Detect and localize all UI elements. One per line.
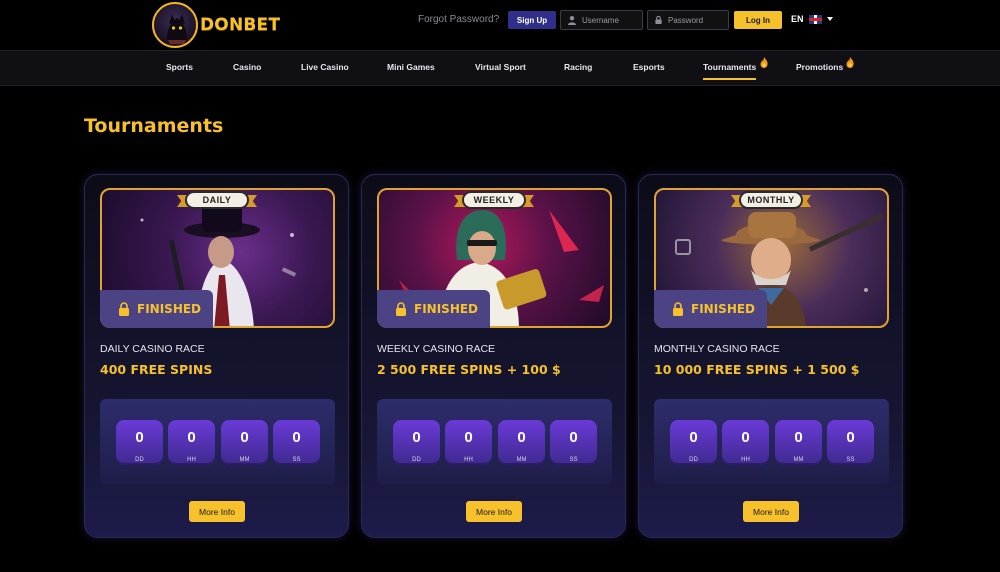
nav-item-promotions[interactable]: Promotions [796, 57, 854, 72]
timer-seconds-label: SS [292, 457, 301, 463]
timer-hours: 0 HH [445, 420, 492, 465]
timer-seconds-value: 0 [569, 429, 578, 446]
caret-down-icon [826, 17, 833, 21]
timer-minutes-label: MM [516, 457, 527, 463]
timer-days-value: 0 [412, 429, 421, 446]
lock-icon [673, 302, 683, 316]
timer-days: 0 DD [670, 420, 717, 465]
timer-minutes: 0 MM [498, 420, 545, 465]
race-name: DAILY CASINO RACE [100, 343, 205, 355]
timer-hours-label: HH [741, 457, 750, 463]
timer-days-label: DD [412, 457, 421, 463]
username-input[interactable] [582, 15, 642, 25]
login-button[interactable]: Log In [734, 11, 782, 29]
race-name: MONTHLY CASINO RACE [654, 343, 780, 355]
lock-icon [119, 302, 129, 316]
top-bar: DONBET Forgot Password? Sign Up Log In E… [0, 0, 1000, 50]
password-field[interactable] [647, 10, 729, 30]
race-prize: 2 500 FREE SPINS + 100 $ [377, 362, 561, 377]
more-info-button[interactable]: More Info [466, 501, 522, 522]
ribbon-label: DAILY [185, 191, 249, 209]
logo[interactable]: DONBET [152, 2, 280, 48]
nav-item-esports[interactable]: Esports [633, 62, 665, 72]
timer-seconds: 0 SS [827, 420, 874, 465]
timer-seconds-label: SS [569, 457, 578, 463]
timer-days-label: DD [135, 457, 144, 463]
timer-seconds: 0 SS [273, 420, 320, 465]
countdown-timer: 0 DD 0 HH 0 MM 0 SS [377, 399, 612, 485]
timer-hours: 0 HH [168, 420, 215, 465]
language-code: EN [791, 14, 804, 24]
timer-hours-value: 0 [464, 429, 473, 446]
more-info-button[interactable]: More Info [189, 501, 245, 522]
timer-days: 0 DD [116, 420, 163, 465]
fire-icon [760, 57, 768, 68]
uk-flag-icon [808, 14, 822, 24]
timer-minutes-label: MM [239, 457, 250, 463]
timer-hours-label: HH [187, 457, 196, 463]
timer-hours-label: HH [464, 457, 473, 463]
timer-hours-value: 0 [741, 429, 750, 446]
status-badge: FINISHED [377, 290, 490, 328]
nav-item-promotions-label: Promotions [796, 62, 844, 72]
timer-minutes-value: 0 [794, 429, 803, 446]
lock-icon [655, 15, 662, 25]
status-badge: FINISHED [654, 290, 767, 328]
signup-button[interactable]: Sign Up [508, 11, 556, 29]
timer-hours-value: 0 [187, 429, 196, 446]
timer-hours: 0 HH [722, 420, 769, 465]
nav-item-casino[interactable]: Casino [233, 62, 261, 72]
language-selector[interactable]: EN [791, 14, 833, 24]
tournament-card-monthly: MONTHLY FINISHED MONTHLY CASINO RACE 10 … [638, 174, 903, 538]
nav-item-tournaments-label: Tournaments [703, 62, 757, 72]
tournament-card-weekly: WEEKLY FINISHED WEEKLY CASINO RACE 2 500… [361, 174, 626, 538]
username-field[interactable] [560, 10, 643, 30]
status-label: FINISHED [414, 302, 479, 316]
tournament-ribbon: WEEKLY [454, 188, 534, 215]
lock-icon [396, 302, 406, 316]
nav-item-mini-games[interactable]: Mini Games [387, 62, 435, 72]
race-prize: 400 FREE SPINS [100, 362, 213, 377]
nav-item-virtual-sport[interactable]: Virtual Sport [475, 62, 526, 72]
more-info-button[interactable]: More Info [743, 501, 799, 522]
timer-days-value: 0 [689, 429, 698, 446]
timer-days-label: DD [689, 457, 698, 463]
race-prize: 10 000 FREE SPINS + 1 500 $ [654, 362, 860, 377]
timer-seconds-value: 0 [846, 429, 855, 446]
nav-item-tournaments[interactable]: Tournaments [703, 57, 768, 80]
status-label: FINISHED [137, 302, 202, 316]
nav-item-live-casino[interactable]: Live Casino [301, 62, 349, 72]
tournament-card-daily: DAILY FINISHED DAILY CASINO RACE 400 FRE… [84, 174, 349, 538]
timer-days-value: 0 [135, 429, 144, 446]
timer-days: 0 DD [393, 420, 440, 465]
timer-seconds-value: 0 [292, 429, 301, 446]
status-badge: FINISHED [100, 290, 213, 328]
password-input[interactable] [668, 15, 728, 25]
status-label: FINISHED [691, 302, 756, 316]
page-title: Tournaments [84, 115, 224, 137]
nav-item-sports[interactable]: Sports [166, 62, 193, 72]
nav-item-racing[interactable]: Racing [564, 62, 592, 72]
fire-icon [846, 57, 854, 68]
ribbon-label: WEEKLY [462, 191, 526, 209]
timer-minutes: 0 MM [221, 420, 268, 465]
timer-minutes: 0 MM [775, 420, 822, 465]
countdown-timer: 0 DD 0 HH 0 MM 0 SS [100, 399, 335, 485]
timer-minutes-label: MM [793, 457, 804, 463]
countdown-timer: 0 DD 0 HH 0 MM 0 SS [654, 399, 889, 485]
race-name: WEEKLY CASINO RACE [377, 343, 496, 355]
tournament-ribbon: DAILY [177, 188, 257, 215]
timer-seconds: 0 SS [550, 420, 597, 465]
user-icon [568, 16, 576, 25]
timer-seconds-label: SS [846, 457, 855, 463]
forgot-password-link[interactable]: Forgot Password? [418, 14, 499, 25]
logo-text: DONBET [200, 15, 281, 35]
logo-emblem-icon [152, 2, 198, 48]
tournament-ribbon: MONTHLY [731, 188, 811, 215]
ribbon-label: MONTHLY [739, 191, 803, 209]
main-nav: Sports Casino Live Casino Mini Games Vir… [0, 50, 1000, 86]
timer-minutes-value: 0 [240, 429, 249, 446]
timer-minutes-value: 0 [517, 429, 526, 446]
